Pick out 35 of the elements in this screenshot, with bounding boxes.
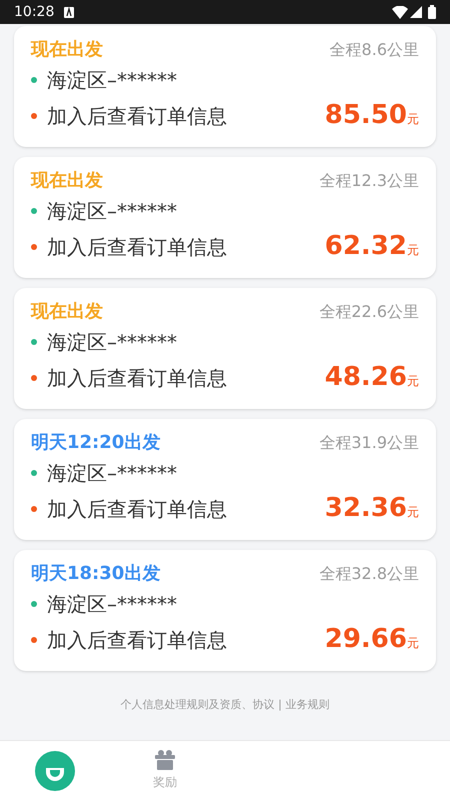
order-card[interactable]: 明天12:20出发 全程31.9公里 海淀区–****** 加入后查看订单信息 32.36元 xyxy=(14,419,436,540)
departure-time: 现在出发 xyxy=(31,300,103,324)
wifi-icon xyxy=(392,6,408,18)
trip-distance: 全程12.3公里 xyxy=(319,170,419,192)
trip-distance: 全程31.9公里 xyxy=(319,432,419,454)
departure-time: 现在出发 xyxy=(31,38,103,62)
trip-distance: 全程8.6公里 xyxy=(330,38,419,60)
end-location: 加入后查看订单信息 xyxy=(47,626,228,654)
start-location: 海淀区–****** xyxy=(47,460,177,486)
end-location: 加入后查看订单信息 xyxy=(47,102,228,130)
price: 48.26元 xyxy=(324,361,419,394)
price: 85.50元 xyxy=(324,99,419,132)
price: 32.36元 xyxy=(324,492,419,525)
departure-time: 明天12:20出发 xyxy=(31,431,160,455)
order-card[interactable]: 现在出发 全程22.6公里 海淀区–****** 加入后查看订单信息 48.26元 xyxy=(14,288,436,409)
departure-time: 明天18:30出发 xyxy=(31,562,160,586)
start-location: 海淀区–****** xyxy=(47,198,177,224)
trip-distance: 全程32.8公里 xyxy=(319,562,419,584)
start-location: 海淀区–****** xyxy=(47,590,177,618)
battery-icon xyxy=(428,5,436,19)
trip-distance: 全程22.6公里 xyxy=(319,300,419,322)
order-card[interactable]: 现在出发 全程8.6公里 海淀区–****** 加入后查看订单信息 85.50元 xyxy=(14,26,436,147)
departure-time: 现在出发 xyxy=(31,169,103,193)
price: 62.32 元 xyxy=(324,230,419,263)
signal-icon xyxy=(410,6,422,18)
price: 29.66元 xyxy=(324,623,419,656)
clock: 10:28 xyxy=(14,2,54,22)
end-location: 加入后查看订单信息 xyxy=(47,234,228,260)
end-location: 加入后查看订单信息 xyxy=(47,496,228,522)
end-location: 加入后查看订单信息 xyxy=(47,364,228,392)
start-location: 海淀区–****** xyxy=(47,66,177,94)
start-location: 海淀区–****** xyxy=(47,328,177,356)
order-card[interactable]: 现在出发 全程12.3公里 海淀区–****** 加入后查看订单信息 62.32 元 xyxy=(14,157,436,278)
order-card[interactable]: 明天18:30出发 全程32.8公里 海淀区–****** 加入后查看订单信息 29.66元 xyxy=(14,550,436,671)
notification-icon xyxy=(64,6,74,18)
